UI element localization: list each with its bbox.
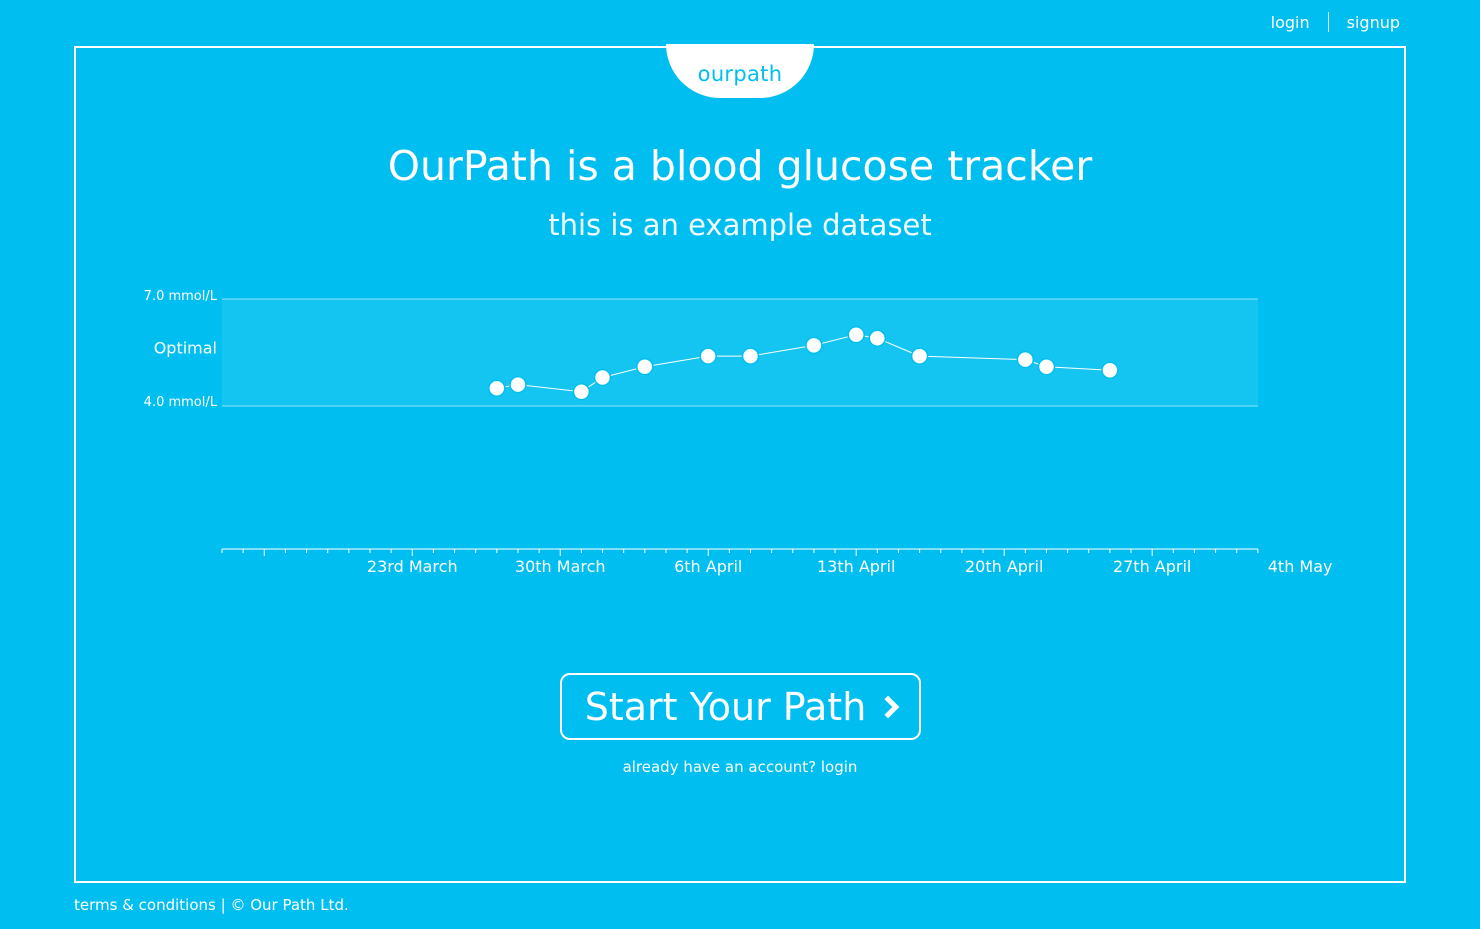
glucose-chart: 7.0 mmol/L Optimal 4.0 mmol/L 23rd March 30t… [144,289,1333,576]
data-point [1101,361,1119,380]
data-point [741,347,760,365]
data-point [509,375,527,394]
data-point [488,379,506,397]
x-tick-label: 13th April [817,557,895,576]
terms-link[interactable]: terms & conditions [74,896,216,914]
x-tick-label: 6th April [674,557,742,576]
data-point [593,368,612,387]
optimal-band [222,299,1258,406]
x-tick-label: 23rd March [367,557,458,576]
chevron-right-icon [876,695,900,718]
x-tick-label: 20th April [965,557,1043,576]
band-label: Optimal [154,339,217,358]
account-login-link[interactable]: login [821,758,858,776]
data-point [868,329,887,347]
account-prompt: already have an account? login [0,758,1480,776]
data-point [1016,350,1035,369]
band-lower-label: 4.0 mmol/L [144,395,218,410]
data-point [572,382,591,401]
data-point [636,358,654,376]
copyright-text: © Our Path Ltd. [230,896,349,914]
data-point [1037,358,1056,376]
data-point [805,336,823,355]
start-your-path-button[interactable]: Start Your Path [560,673,921,740]
account-prompt-text: already have an account? [622,758,817,776]
data-point [847,325,865,344]
footer: terms & conditions | © Our Path Ltd. [74,896,349,914]
x-tick-label: 30th March [515,557,606,576]
data-point [699,347,717,365]
x-tick-label: 4th May [1268,557,1333,576]
start-your-path-label: Start Your Path [584,684,867,729]
footer-separator: | [220,896,226,914]
data-point [910,347,929,365]
x-tick-label: 27th April [1113,557,1191,576]
band-upper-label: 7.0 mmol/L [144,289,218,304]
